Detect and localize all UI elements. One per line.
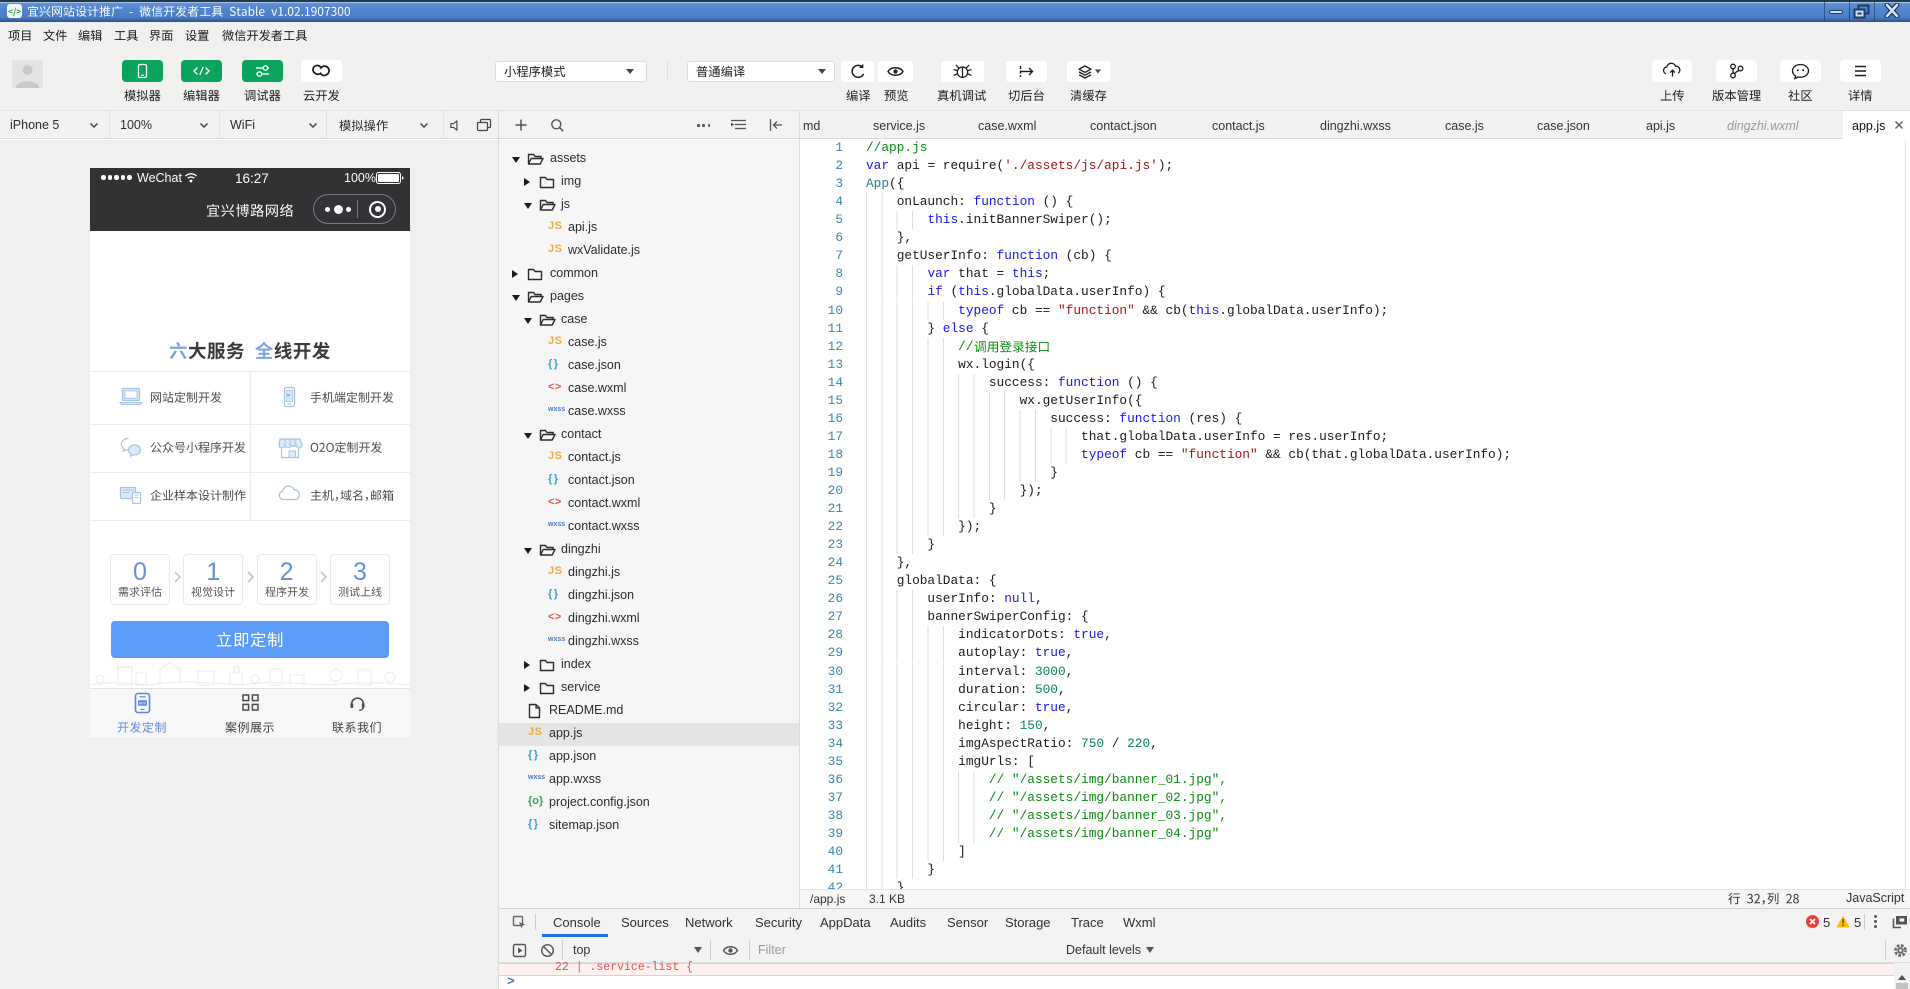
svg-text:APP: APP [139, 702, 147, 706]
